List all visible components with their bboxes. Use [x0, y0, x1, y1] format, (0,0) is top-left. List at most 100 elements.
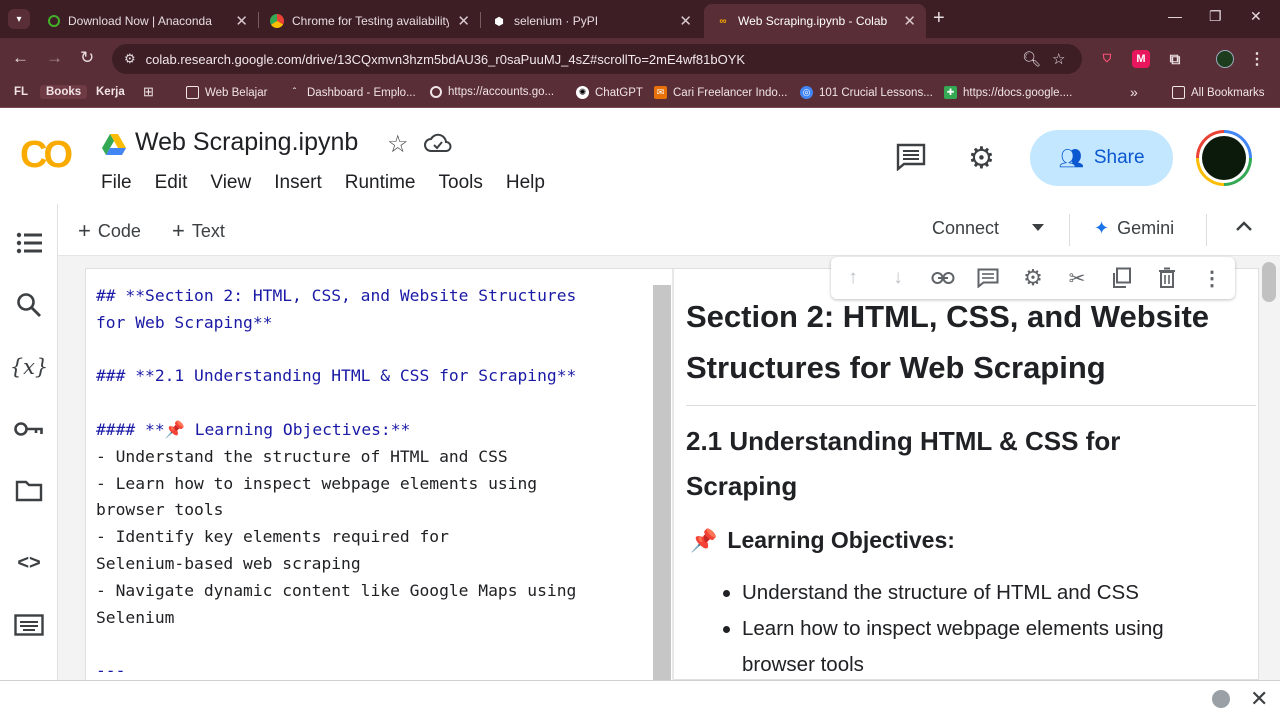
- close-icon[interactable]: ✕: [1250, 686, 1268, 712]
- bookmark-docs[interactable]: ✚ https://docs.google....: [944, 86, 1072, 99]
- delete-icon[interactable]: [1155, 266, 1179, 290]
- address-bar[interactable]: ⚙ colab.research.google.com/drive/13CQxm…: [112, 44, 1082, 74]
- minimize-button[interactable]: —: [1168, 8, 1182, 24]
- tab-anaconda[interactable]: Download Now | Anaconda ✕: [36, 4, 258, 38]
- link-icon[interactable]: [931, 266, 955, 290]
- copy-cell-icon[interactable]: [1110, 266, 1134, 290]
- editor-line: - Navigate dynamic content like Google M…: [96, 580, 577, 600]
- menu-view[interactable]: View: [210, 172, 251, 194]
- notebook-title[interactable]: Web Scraping.ipynb: [135, 128, 358, 157]
- more-bookmarks-icon[interactable]: »: [1130, 84, 1138, 100]
- plus-icon: +: [78, 218, 91, 243]
- move-down-icon[interactable]: ↓: [886, 266, 910, 290]
- text-cell[interactable]: ## **Section 2: HTML, CSS, and Website S…: [85, 268, 1260, 681]
- variables-icon[interactable]: {x}: [10, 352, 49, 382]
- files-folder-icon[interactable]: [14, 476, 44, 506]
- markdown-editor[interactable]: ## **Section 2: HTML, CSS, and Website S…: [86, 269, 674, 681]
- move-up-icon[interactable]: ↑: [841, 266, 865, 290]
- gemini-label: Gemini: [1117, 218, 1175, 238]
- bookmark-chatgpt[interactable]: ✺ ChatGPT: [576, 86, 643, 99]
- gemini-button[interactable]: ✦ Gemini: [1094, 218, 1174, 239]
- editor-line: ## **Section 2: HTML, CSS, and Website S…: [96, 286, 577, 305]
- settings-icon[interactable]: ⚙: [1021, 265, 1045, 290]
- google-drive-icon[interactable]: [102, 134, 126, 156]
- close-tab-icon[interactable]: ✕: [457, 12, 470, 30]
- status-indicator-icon[interactable]: [1212, 690, 1230, 708]
- command-palette-icon[interactable]: [14, 610, 44, 640]
- close-tab-icon[interactable]: ✕: [903, 12, 916, 30]
- apps-grid-icon[interactable]: ⊞: [143, 84, 154, 100]
- profile-avatar[interactable]: [1216, 50, 1234, 68]
- settings-icon[interactable]: ⚙: [968, 141, 995, 176]
- reload-button[interactable]: ↻: [80, 48, 94, 68]
- objectives-list: Understand the structure of HTML and CSS…: [723, 575, 1242, 683]
- connect-button[interactable]: Connect: [932, 218, 999, 239]
- toolbar-divider: [1069, 214, 1070, 246]
- close-tab-icon[interactable]: ✕: [679, 12, 692, 30]
- page-scrollbar[interactable]: [1262, 262, 1276, 302]
- chevron-up-icon[interactable]: [1234, 216, 1254, 236]
- folder-icon: [1172, 86, 1185, 99]
- all-bookmarks[interactable]: All Bookmarks: [1172, 86, 1265, 99]
- menu-insert[interactable]: Insert: [274, 172, 322, 194]
- code-snippets-icon[interactable]: <>: [14, 548, 44, 578]
- share-button[interactable]: 👥︎ Share: [1030, 130, 1173, 186]
- star-icon[interactable]: ☆: [387, 130, 409, 159]
- preview-heading-3: 2.1 Understanding HTML & CSS for Scrapin…: [686, 426, 1121, 501]
- account-avatar[interactable]: [1196, 130, 1252, 186]
- mendeley-extension-icon[interactable]: M: [1132, 50, 1150, 68]
- bookmark-web-belajar[interactable]: Web Belajar: [186, 86, 267, 99]
- mirror-cell-icon[interactable]: ✂: [1065, 266, 1089, 290]
- close-window-button[interactable]: ✕: [1250, 8, 1262, 25]
- close-tab-icon[interactable]: ✕: [235, 12, 248, 30]
- globe-icon: ◎: [800, 86, 813, 99]
- toolbar-divider: [1206, 214, 1207, 246]
- tab-selenium-pypi[interactable]: ⬢ selenium · PyPI ✕: [480, 4, 702, 38]
- back-button[interactable]: ←: [12, 48, 29, 68]
- search-icon[interactable]: [14, 290, 44, 320]
- toc-icon[interactable]: [14, 228, 44, 258]
- comments-icon[interactable]: [896, 143, 926, 171]
- zoom-icon[interactable]: 🔍︎: [1022, 50, 1041, 68]
- forward-button[interactable]: →: [46, 48, 63, 68]
- menu-tools[interactable]: Tools: [439, 172, 483, 194]
- maximize-button[interactable]: ❐: [1209, 8, 1222, 25]
- colab-logo[interactable]: CO: [20, 134, 73, 177]
- bookmark-dashboard[interactable]: ˆ Dashboard - Emplo...: [288, 86, 416, 99]
- menu-help[interactable]: Help: [506, 172, 545, 194]
- bookmark-accounts[interactable]: https://accounts.go...: [430, 86, 554, 98]
- markdown-preview: Section 2: HTML, CSS, and Website Struct…: [686, 269, 1260, 681]
- bookmark-star-icon[interactable]: ☆: [1052, 50, 1065, 68]
- secrets-key-icon[interactable]: [14, 414, 44, 444]
- more-vert-icon[interactable]: ⋮: [1200, 266, 1224, 290]
- chrome-icon: [270, 14, 284, 28]
- list-item: Understand the structure of HTML and CSS: [723, 575, 1242, 611]
- menu-runtime[interactable]: Runtime: [345, 172, 416, 194]
- tab-colab[interactable]: ∞ Web Scraping.ipynb - Colab ✕: [704, 4, 926, 38]
- chatgpt-icon: ✺: [576, 86, 589, 99]
- editor-scrollbar[interactable]: [653, 285, 671, 681]
- bookmark-kerja[interactable]: Kerja: [96, 86, 125, 98]
- pocket-extension-icon[interactable]: ⛉: [1098, 50, 1116, 68]
- chevron-down-icon[interactable]: [1032, 224, 1044, 231]
- pypi-icon: ⬢: [494, 15, 504, 28]
- menu-edit[interactable]: Edit: [155, 172, 188, 194]
- cloud-saved-icon[interactable]: [424, 132, 452, 154]
- tab-search-button[interactable]: ▾: [8, 9, 30, 29]
- extensions-icon[interactable]: ⧉: [1166, 50, 1184, 68]
- menu-file[interactable]: File: [101, 172, 132, 194]
- bookmark-crucial-lessons[interactable]: ◎ 101 Crucial Lessons...: [800, 86, 933, 99]
- bookmark-fl[interactable]: FL: [14, 86, 28, 98]
- site-info-icon[interactable]: ⚙: [124, 51, 136, 67]
- pushpin-icon: 📌: [690, 527, 718, 553]
- bookmark-freelancer[interactable]: ✉ Cari Freelancer Indo...: [654, 86, 787, 99]
- bookmark-books[interactable]: Books: [40, 85, 88, 99]
- folder-icon: [186, 86, 199, 99]
- tab-chrome-testing[interactable]: Chrome for Testing availability ✕: [258, 4, 480, 38]
- cell-divider: [672, 269, 674, 681]
- add-text-button[interactable]: + Text: [172, 218, 225, 244]
- add-code-button[interactable]: + Code: [78, 218, 141, 244]
- browser-menu-icon[interactable]: ⋮: [1248, 50, 1266, 68]
- new-tab-button[interactable]: +: [933, 7, 945, 30]
- comment-icon[interactable]: [976, 266, 1000, 290]
